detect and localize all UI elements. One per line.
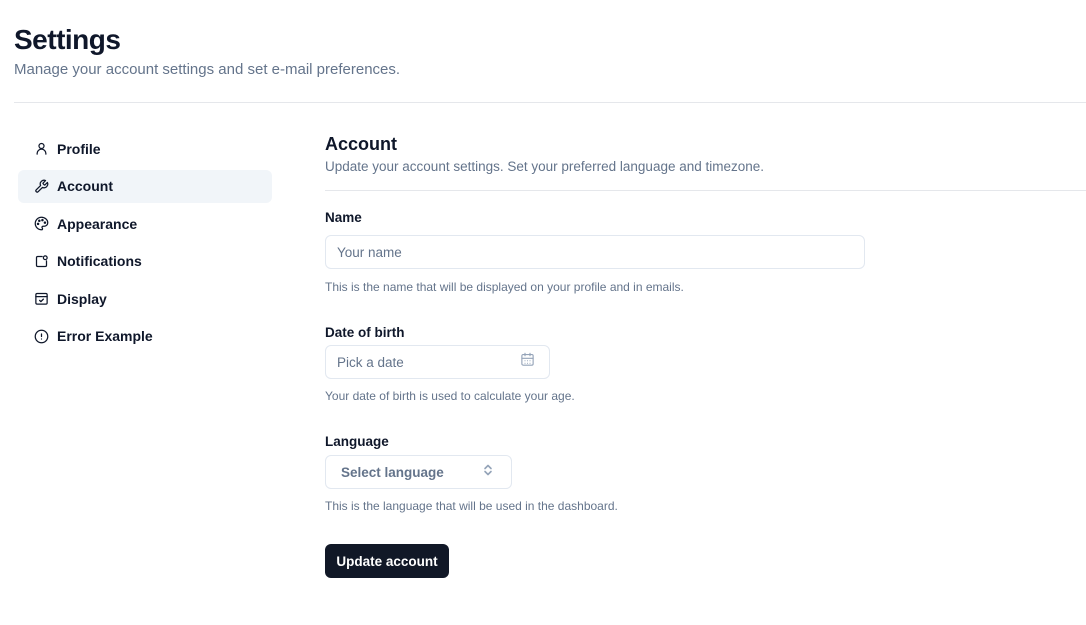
chevrons-up-down-icon <box>483 463 493 481</box>
language-description: This is the language that will be used i… <box>325 499 618 513</box>
page-header: Settings Manage your account settings an… <box>14 22 400 80</box>
name-label: Name <box>325 210 362 225</box>
calendar-icon <box>520 352 535 372</box>
bell-square-icon <box>34 254 49 269</box>
user-icon <box>34 141 49 156</box>
sidebar-item-label: Display <box>57 290 107 307</box>
account-section-header: Account Update your account settings. Se… <box>325 133 1086 191</box>
settings-sidebar: Profile Account Appearance Notifications… <box>18 132 272 357</box>
update-account-button[interactable]: Update account <box>325 544 449 578</box>
language-select[interactable]: Select language <box>325 455 512 489</box>
page-subtitle: Manage your account settings and set e-m… <box>14 61 401 78</box>
sidebar-item-display[interactable]: Display <box>18 282 272 315</box>
name-input[interactable] <box>325 235 865 269</box>
date-picker-button[interactable]: Pick a date <box>325 345 550 379</box>
sidebar-item-label: Profile <box>57 140 101 157</box>
sidebar-item-account[interactable]: Account <box>18 169 272 203</box>
palette-icon <box>34 216 49 231</box>
section-title: Account <box>325 134 397 154</box>
alert-circle-icon <box>34 329 49 344</box>
wrench-icon <box>34 179 49 194</box>
section-description: Update your account settings. Set your p… <box>325 159 765 174</box>
date-placeholder: Pick a date <box>337 354 404 370</box>
sidebar-item-label: Account <box>57 178 113 194</box>
dob-label: Date of birth <box>325 325 405 340</box>
sidebar-item-notifications[interactable]: Notifications <box>18 245 272 278</box>
section-divider <box>325 190 1086 191</box>
page-title: Settings <box>14 24 121 55</box>
language-placeholder: Select language <box>341 464 444 480</box>
calendar-check-icon <box>34 291 49 306</box>
sidebar-item-label: Appearance <box>57 215 138 232</box>
dob-description: Your date of birth is used to calculate … <box>325 389 575 403</box>
header-divider <box>14 102 1086 103</box>
language-label: Language <box>325 434 389 449</box>
sidebar-item-profile[interactable]: Profile <box>18 132 272 165</box>
sidebar-item-label: Notifications <box>57 253 142 269</box>
sidebar-item-appearance[interactable]: Appearance <box>18 207 272 240</box>
sidebar-item-error-example[interactable]: Error Example <box>18 320 272 353</box>
settings-page: Settings Manage your account settings an… <box>0 0 1086 625</box>
name-description: This is the name that will be displayed … <box>325 280 684 294</box>
sidebar-item-label: Error Example <box>57 328 153 344</box>
